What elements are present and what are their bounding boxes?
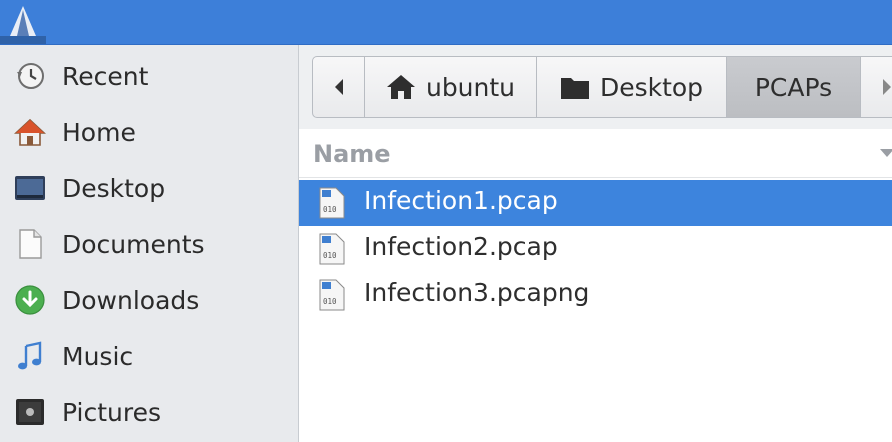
- clock-icon: [17, 63, 44, 89]
- sidebar-item-desktop[interactable]: Desktop: [0, 160, 298, 216]
- path-segment-label: PCAPs: [754, 72, 833, 102]
- path-segment-desktop[interactable]: Desktop: [537, 57, 727, 117]
- sidebar-item-label: Documents: [62, 229, 205, 259]
- sidebar-item-label: Music: [62, 341, 134, 371]
- binary-file-icon: 010: [319, 279, 345, 311]
- path-back-button[interactable]: [313, 57, 365, 117]
- sidebar-item-label: Home: [62, 117, 136, 147]
- file-row[interactable]: 010 Infection2.pcap: [299, 226, 892, 272]
- home-icon: [14, 118, 46, 146]
- document-icon: [19, 229, 42, 259]
- sidebar-item-pictures[interactable]: Pictures: [0, 384, 298, 440]
- svg-text:010: 010: [323, 297, 337, 306]
- path-segment-label: ubuntu: [425, 72, 516, 102]
- file-row[interactable]: 010 Infection1.pcap: [299, 180, 892, 226]
- file-name: Infection3.pcapng: [364, 278, 590, 307]
- chevron-left-icon: [334, 79, 343, 95]
- name-column-header[interactable]: Name: [299, 131, 892, 178]
- home-icon: [386, 75, 415, 99]
- svg-text:010: 010: [323, 205, 337, 214]
- column-header-label: Name: [313, 140, 391, 168]
- path-segment-pcaps[interactable]: PCAPs: [727, 57, 861, 117]
- sidebar-item-label: Pictures: [62, 397, 161, 427]
- sidebar-item-recent[interactable]: Recent: [0, 48, 298, 104]
- folder-icon: [560, 78, 589, 99]
- sidebar-item-downloads[interactable]: Downloads: [0, 272, 298, 328]
- file-name: Infection2.pcap: [364, 232, 558, 261]
- file-browser-main: ubuntu Desktop PCAPs Name 010 Infection1…: [299, 45, 892, 442]
- sidebar-item-label: Recent: [62, 61, 149, 91]
- sidebar-item-documents[interactable]: Documents: [0, 216, 298, 272]
- file-row[interactable]: 010 Infection3.pcapng: [299, 272, 892, 318]
- sidebar-item-label: Desktop: [62, 173, 166, 203]
- sidebar-item-home[interactable]: Home: [0, 104, 298, 160]
- window-titlebar: [0, 0, 892, 45]
- binary-file-icon: 010: [319, 233, 345, 265]
- sort-descending-icon: [880, 149, 892, 157]
- sidebar-item-label: Downloads: [62, 285, 200, 315]
- places-sidebar: Recent Home Desktop Documents Downloads: [0, 45, 299, 442]
- binary-file-icon: 010: [319, 187, 345, 219]
- sidebar-item-music[interactable]: Music: [0, 328, 298, 384]
- path-segment-label: Desktop: [599, 72, 704, 102]
- pathbar-area: ubuntu Desktop PCAPs: [299, 45, 892, 129]
- music-note-icon: [18, 341, 42, 370]
- download-icon: [15, 285, 45, 315]
- svg-text:010: 010: [323, 251, 337, 260]
- path-forward-button[interactable]: [861, 57, 892, 117]
- file-name: Infection1.pcap: [364, 186, 558, 215]
- app-logo-icon: [0, 0, 46, 44]
- path-bar: ubuntu Desktop PCAPs: [312, 56, 892, 118]
- path-segment-ubuntu[interactable]: ubuntu: [365, 57, 537, 117]
- chevron-right-icon: [883, 79, 891, 95]
- desktop-icon: [15, 176, 45, 200]
- pictures-icon: [16, 399, 44, 425]
